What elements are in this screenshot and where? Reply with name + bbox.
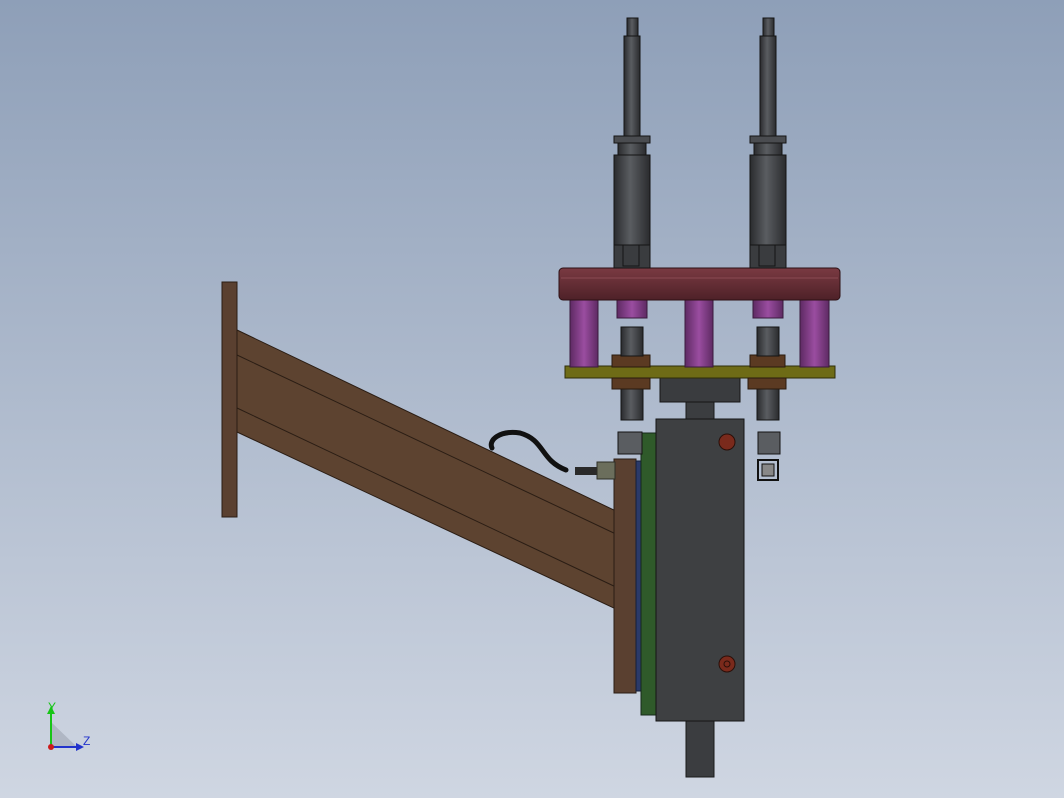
center-collar[interactable]: [659, 377, 741, 403]
upper-shaft[interactable]: [685, 399, 715, 421]
nut-left-upper[interactable]: [611, 354, 651, 368]
left-cylinder-neck[interactable]: [617, 142, 647, 156]
right-rod-clip-inner: [761, 463, 775, 477]
right-rod-fitting[interactable]: [757, 431, 781, 455]
graphics-viewport[interactable]: Y Z: [0, 0, 1064, 798]
model-canvas[interactable]: Y Z: [0, 0, 1064, 798]
nut-right-upper[interactable]: [749, 354, 786, 368]
beam-end-plate[interactable]: [613, 458, 637, 694]
nut-left-lower[interactable]: [611, 377, 651, 390]
left-cylinder-barrel[interactable]: [613, 154, 651, 246]
nut-right-lower[interactable]: [747, 377, 787, 390]
left-cylinder-collar[interactable]: [613, 135, 651, 144]
right-cylinder-barrel[interactable]: [749, 154, 787, 246]
z-axis-label: Z: [83, 734, 90, 748]
right-cylinder-tip[interactable]: [762, 17, 775, 39]
lower-shaft[interactable]: [685, 714, 715, 778]
left-rod-fitting[interactable]: [617, 431, 643, 455]
right-cylinder-collar[interactable]: [749, 135, 787, 144]
wall-flange-plate[interactable]: [221, 281, 238, 518]
y-axis-label: Y: [48, 700, 56, 714]
right-rod-mid[interactable]: [756, 326, 780, 357]
post-far-right[interactable]: [799, 299, 830, 368]
right-cylinder-neck[interactable]: [753, 142, 783, 156]
top-plate[interactable]: [558, 267, 841, 301]
left-cylinder-tip[interactable]: [626, 17, 639, 39]
green-mount-plate[interactable]: [640, 432, 657, 716]
bolt-head-top[interactable]: [718, 433, 736, 451]
right-cylinder-base[interactable]: [749, 244, 787, 269]
cable-fitting[interactable]: [596, 461, 616, 480]
viewport-background: [0, 0, 1064, 798]
post-center[interactable]: [684, 299, 714, 368]
left-cylinder-rod[interactable]: [623, 35, 641, 137]
right-cylinder-rod[interactable]: [759, 35, 777, 137]
left-cylinder-base[interactable]: [613, 244, 651, 269]
post-right-short[interactable]: [752, 299, 784, 319]
valve-block[interactable]: [655, 399, 745, 778]
post-left-short[interactable]: [616, 299, 648, 319]
post-far-left[interactable]: [569, 299, 599, 368]
bolt-head-bottom[interactable]: [718, 655, 736, 673]
left-rod-mid[interactable]: [620, 326, 644, 357]
lower-plate[interactable]: [564, 365, 836, 379]
triad-origin: [48, 744, 54, 750]
main-housing[interactable]: [655, 418, 745, 722]
blue-spacer-plate[interactable]: [635, 460, 642, 692]
cable-connector[interactable]: [575, 467, 597, 475]
